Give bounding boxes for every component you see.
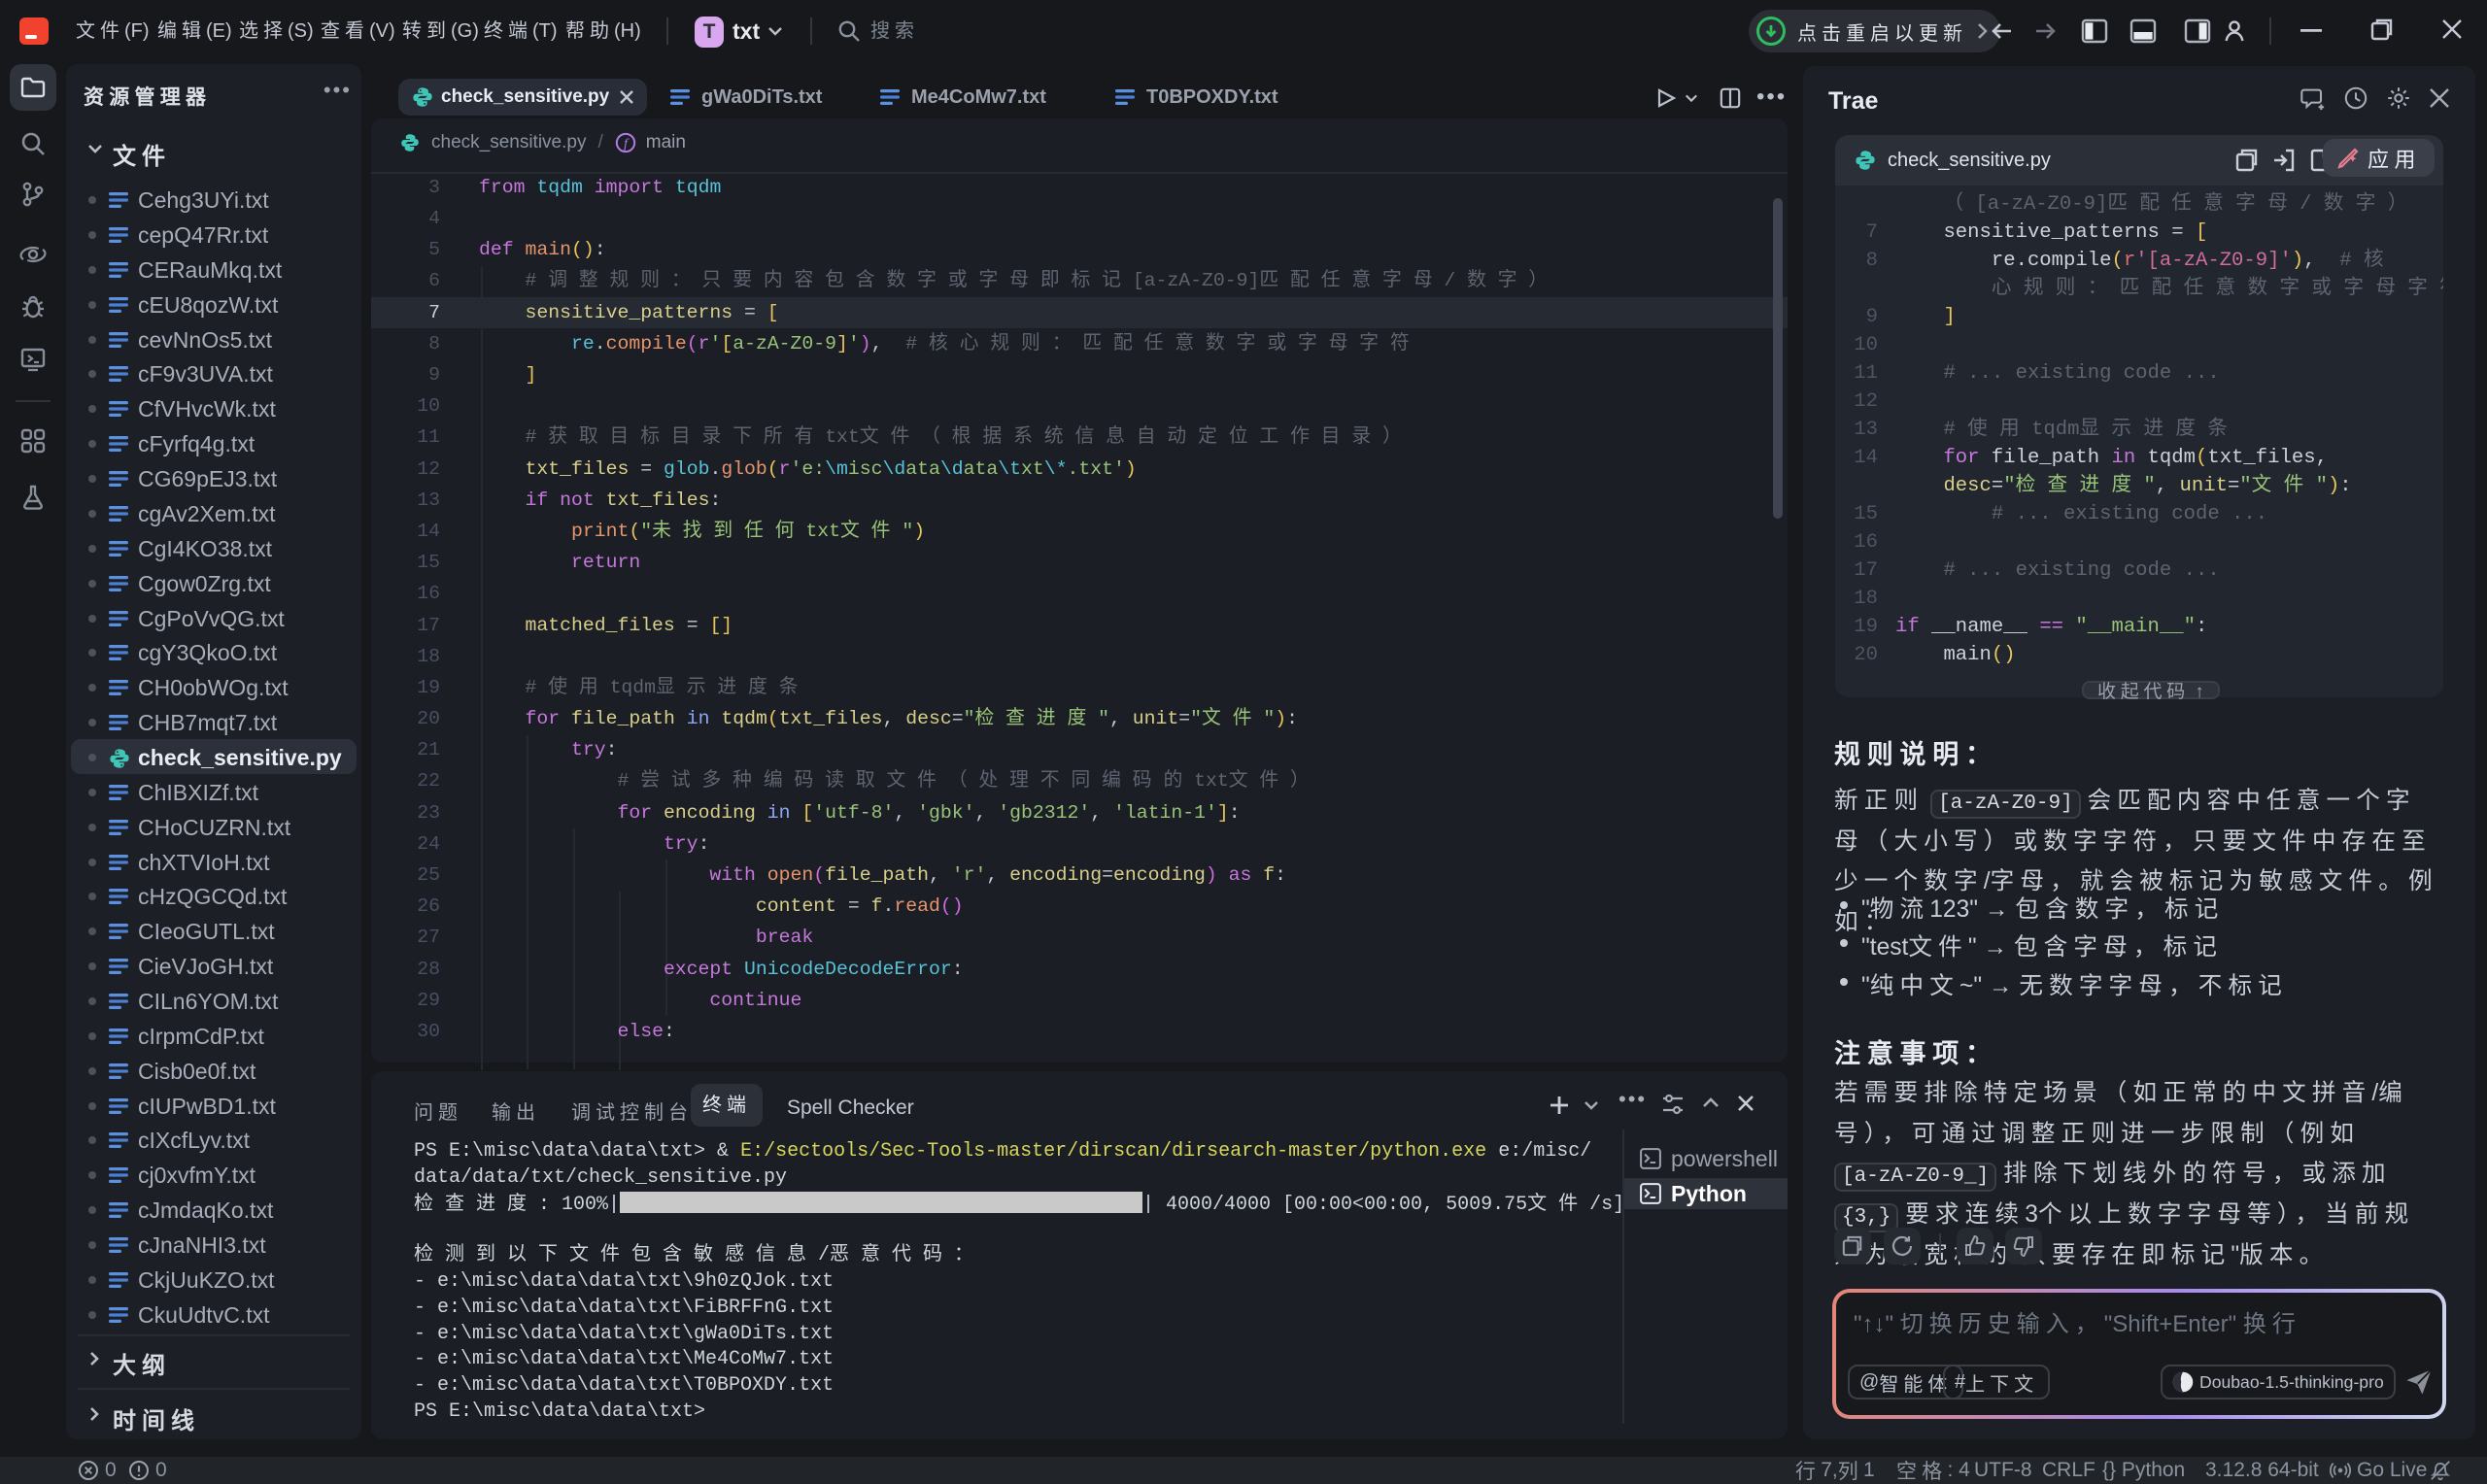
- svg-text:f: f: [624, 136, 630, 151]
